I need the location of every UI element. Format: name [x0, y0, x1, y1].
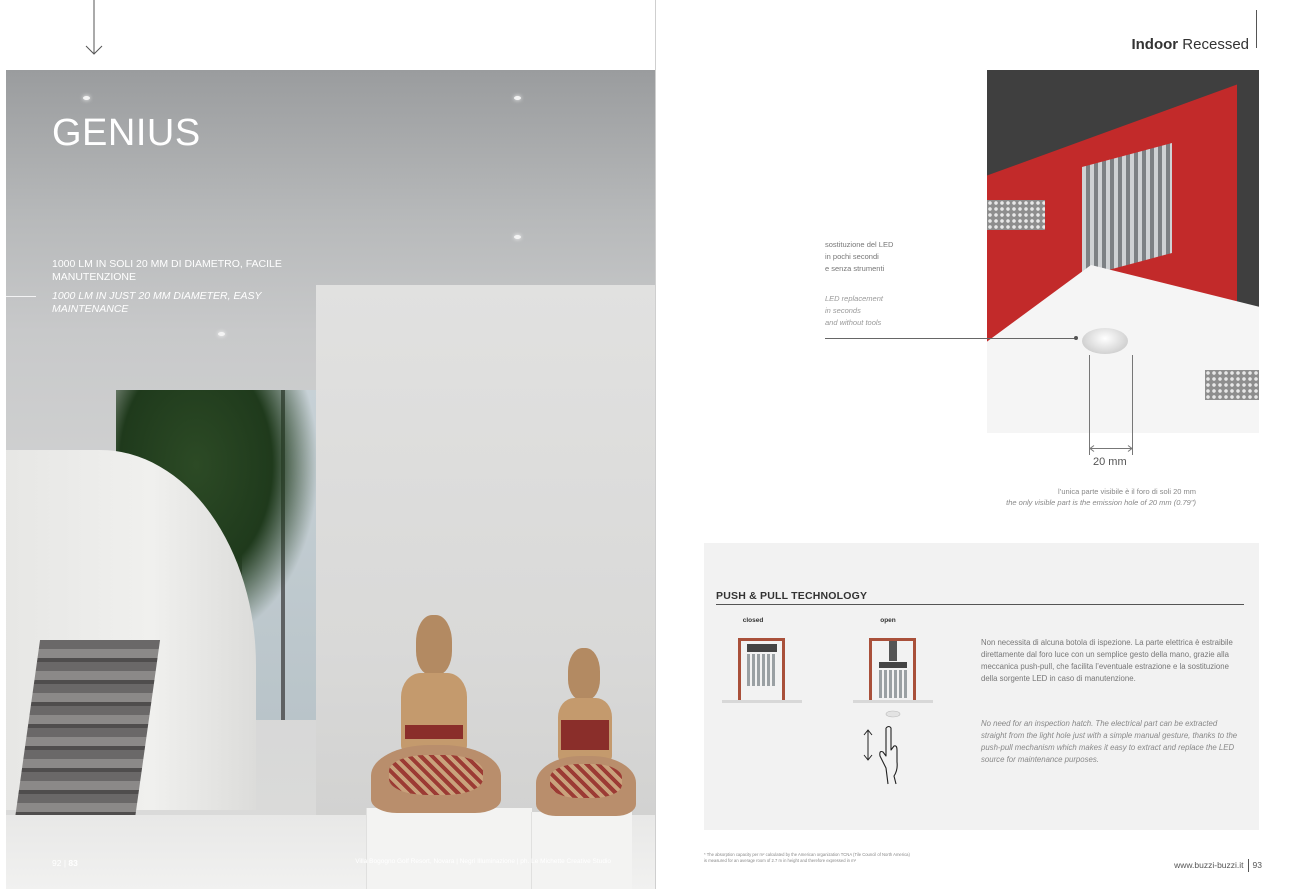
- page-number: 93: [1252, 859, 1262, 870]
- callout-italian: sostituzione del LED in pochi secondi e …: [825, 239, 893, 275]
- mesh-grille: [987, 200, 1045, 230]
- mesh-grille: [1205, 370, 1259, 400]
- dimension-line: [1132, 355, 1133, 455]
- closed-diagram: [722, 634, 802, 714]
- ceiling-spot: [83, 96, 90, 100]
- callout-line-it: e senza strumenti: [825, 264, 885, 273]
- section-header: Indoor Recessed: [1131, 36, 1249, 53]
- push-pull-hand-icon: [863, 725, 898, 785]
- tech-text-italian: Non necessita di alcuna botola di ispezi…: [981, 638, 1233, 683]
- product-title: GENIUS: [52, 112, 201, 154]
- leader-line: [825, 338, 1075, 339]
- tech-title: PUSH & PULL TECHNOLOGY: [716, 590, 868, 602]
- page-number: 92: [52, 858, 62, 868]
- product-photo: [987, 70, 1259, 433]
- corner-mark: [1256, 10, 1257, 48]
- statue-left: [371, 615, 501, 815]
- caption-english: the only visible part is the emission ho…: [1006, 498, 1196, 507]
- ceiling-spot: [514, 235, 521, 239]
- open-diagram: [853, 634, 933, 724]
- footnote: * The absorption capacity per m² calcula…: [704, 852, 910, 863]
- pedestal: [366, 808, 532, 889]
- section-number: 83: [68, 858, 78, 868]
- label-closed: closed: [742, 617, 764, 624]
- callout-line-en: LED replacement: [825, 294, 883, 303]
- callout-line-en: in seconds: [825, 306, 861, 315]
- pedestal: [531, 812, 632, 889]
- callout-line-en: and without tools: [825, 318, 882, 327]
- dimension-arrow-icon: [1089, 445, 1133, 452]
- subtitle-italian: 1000 lm IN SOLI 20 mm DI DIAMETRO, FACIL…: [52, 258, 282, 283]
- leader-dot: [1074, 336, 1078, 340]
- interior-photo: [6, 70, 655, 889]
- ceiling-spot: [514, 96, 521, 100]
- caption-italian: l’unica parte visibile è il foro di soli…: [1058, 487, 1196, 496]
- emission-hole: [1082, 328, 1128, 354]
- ceiling-spot: [218, 332, 225, 336]
- dimension-line: [1089, 355, 1090, 455]
- callout-line-it: in pochi secondi: [825, 252, 879, 261]
- callout-english: LED replacement in seconds and without t…: [825, 293, 883, 329]
- statue-right: [536, 648, 636, 818]
- callout-line-it: sostituzione del LED: [825, 240, 894, 249]
- tech-text-english: No need for an inspection hatch. The ele…: [981, 719, 1238, 764]
- page-number-left: 92 | 83: [52, 858, 78, 868]
- section-header-bold: Indoor: [1131, 36, 1179, 53]
- left-page: GENIUS 1000 lm IN SOLI 20 mm DI DIAMETRO…: [0, 0, 656, 889]
- website: www.buzzi-buzzi.it: [1174, 859, 1244, 870]
- page-number-right: www.buzzi-buzzi.it 93: [1174, 859, 1262, 872]
- down-arrow-icon: [85, 0, 103, 55]
- subtitle-english: 1000 lm IN JUST 20 mm DIAMETER, EASY MAI…: [52, 290, 262, 315]
- section-header-regular: Recessed: [1182, 36, 1249, 53]
- photo-credit: Villa Bogogno Golf Resort, Novara | Negr…: [355, 858, 611, 865]
- folio-separator: [1247, 859, 1249, 872]
- label-open: open: [880, 617, 896, 624]
- tech-rule: [716, 604, 1244, 605]
- side-marker: [0, 296, 36, 297]
- dimension-label: 20 mm: [1093, 456, 1127, 468]
